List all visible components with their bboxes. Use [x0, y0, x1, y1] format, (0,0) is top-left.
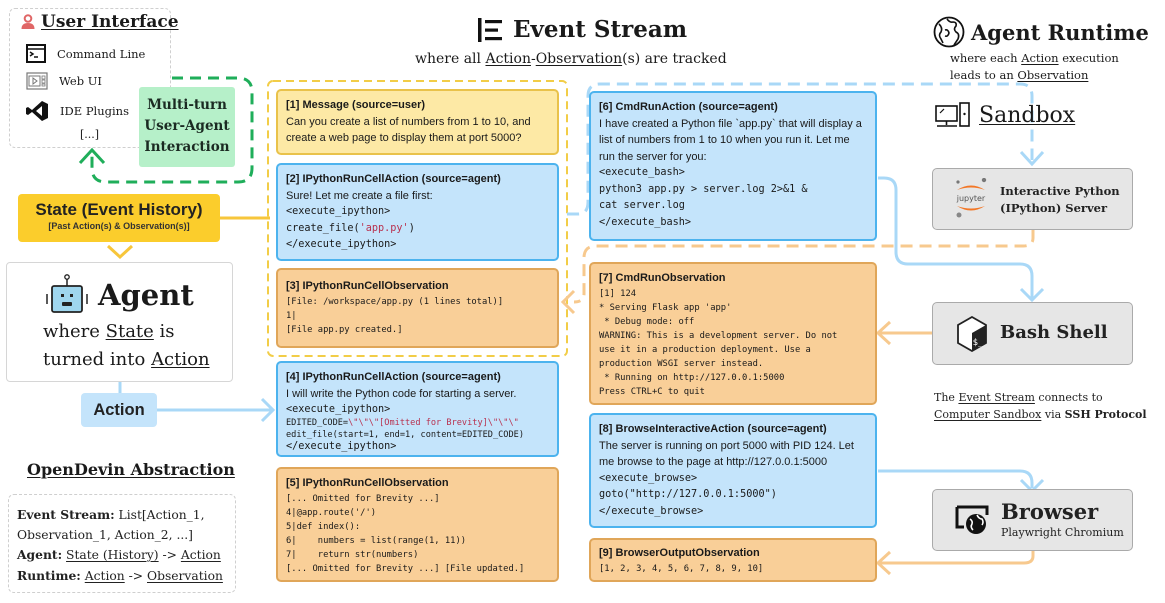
user-icon — [21, 14, 35, 29]
event-7-cmd-run-observation: [7] CmdRunObservation [1] 124 * Serving … — [589, 262, 877, 405]
ui-more: [...] — [80, 128, 100, 141]
abstraction-title: OpenDevin Abstraction — [27, 460, 235, 479]
event-header: [7] CmdRunObservation — [599, 272, 726, 284]
event-header: [6] CmdRunAction (source=agent) — [599, 101, 778, 113]
agent-header: Agent — [44, 274, 194, 316]
event-stream-title: Event Stream — [513, 16, 688, 43]
event-1-message: [1] Message (source=user) Can you create… — [276, 89, 559, 155]
ui-item-command-line: Command Line — [26, 44, 145, 63]
jupyter-label: jupyter — [956, 194, 986, 203]
action-badge: Action — [81, 393, 157, 427]
event-9-browser-output-observation: [9] BrowserOutputObservation [1, 2, 3, 4… — [589, 538, 877, 582]
user-interface-header: User Interface — [20, 12, 179, 32]
event-header: [5] IPythonRunCellObservation — [286, 477, 449, 489]
browser-globe-icon — [955, 505, 989, 534]
agent-title: Agent — [98, 278, 194, 312]
event-5-ipython-observation: [5] IPythonRunCellObservation [... Omitt… — [276, 467, 559, 582]
browser-action-connector — [878, 469, 1034, 488]
browser-observation-connector — [878, 551, 1035, 565]
svg-text:$_: $_ — [973, 338, 984, 348]
multi-turn-interaction-badge: Multi-turn User-Agent Interaction — [139, 87, 235, 167]
event-2-ipython-action: [2] IPythonRunCellAction (source=agent) … — [276, 163, 559, 261]
event-header: [1] Message (source=user) — [286, 99, 426, 111]
ui-item-label: Web UI — [59, 74, 102, 88]
event-stream-header: Event Stream — [477, 16, 687, 43]
event-6-cmd-run-action: [6] CmdRunAction (source=agent) I have c… — [589, 91, 877, 241]
web-ui-icon — [26, 72, 48, 90]
ipython-observation-arrowhead — [560, 289, 576, 315]
multi-turn-line-2: User-Agent — [144, 118, 230, 134]
event-text: Can you create a list of numbers from 1 … — [286, 115, 531, 145]
state-event-history-box: State (Event History) [Past Action(s) & … — [18, 194, 220, 242]
agent-runtime-title: Agent Runtime — [971, 19, 1149, 45]
vscode-icon — [26, 101, 48, 121]
sandbox-header: Sandbox — [935, 102, 1075, 128]
event-stream-icon — [478, 17, 502, 42]
abstraction-runtime: Runtime: Action -> Observation — [17, 567, 223, 583]
abstraction-event-stream: Event Stream: List[Action_1, — [17, 507, 205, 522]
ui-item-ide-plugins: IDE Plugins — [25, 100, 129, 122]
multi-turn-line-3: Interaction — [144, 139, 230, 155]
event-text: I have created a Python file `app.py` th… — [599, 117, 862, 163]
event-text: I will write the Python code for startin… — [286, 387, 517, 400]
event-header: [3] IPythonRunCellObservation — [286, 280, 449, 292]
user-interface-title: User Interface — [41, 12, 179, 32]
abstraction-definitions: Event Stream: List[Action_1, Observation… — [17, 505, 223, 586]
jupyter-icon: jupyter — [956, 178, 987, 218]
event-header: [9] BrowserOutputObservation — [599, 547, 760, 559]
robot-icon — [46, 274, 88, 313]
browser-title: Browser — [1001, 499, 1099, 524]
agent-description: where State is turned into Action — [43, 321, 210, 370]
browser-subtitle: Playwright Chromium — [1001, 526, 1124, 539]
agent-runtime-subtitle: where each Action execution leads to an … — [950, 51, 1119, 82]
state-subtitle: [Past Action(s) & Observation(s)] — [48, 221, 190, 231]
computer-icon — [935, 102, 970, 127]
event-text: Sure! Let me create a file first: — [286, 189, 433, 202]
abstraction-agent: Agent: State (History) -> Action — [17, 547, 221, 562]
ui-item-label: Command Line — [57, 46, 146, 61]
event-header: [4] IPythonRunCellAction (source=agent) — [286, 371, 501, 383]
ui-item-web-ui: Web UI — [26, 72, 102, 90]
agent-runtime-header: Agent Runtime — [933, 16, 1149, 48]
ipython-server-label: Interactive Python (IPython) Server — [1000, 184, 1120, 215]
state-title: State (Event History) — [35, 200, 203, 219]
ssh-note: The Event Stream connects to Computer Sa… — [934, 391, 1147, 421]
event-8-browse-interactive-action: [8] BrowseInteractiveAction (source=agen… — [589, 413, 877, 528]
agent-state-term: State — [105, 321, 154, 342]
ui-item-label: IDE Plugins — [60, 104, 129, 118]
state-to-agent-arrow — [106, 244, 134, 260]
event-header: [2] IPythonRunCellAction (source=agent) — [286, 173, 501, 185]
multi-turn-line-1: Multi-turn — [147, 97, 227, 113]
browser-label: Browser Playwright Chromium — [1001, 499, 1124, 540]
terminal-icon — [26, 44, 46, 63]
event-text: The server is running on port 5000 with … — [599, 439, 854, 469]
event-header: [8] BrowseInteractiveAction (source=agen… — [599, 423, 827, 435]
event-stream-subtitle: where all Action-Observation(s) are trac… — [415, 51, 727, 67]
globe-icon — [933, 16, 965, 48]
agent-action-term: Action — [151, 349, 210, 370]
sandbox-title: Sandbox — [979, 102, 1076, 128]
event-3-ipython-observation: [3] IPythonRunCellObservation [File: /wo… — [276, 268, 559, 348]
bash-icon: $_ — [957, 316, 987, 352]
event-4-ipython-action: [4] IPythonRunCellAction (source=agent) … — [276, 361, 559, 457]
bash-shell-title: Bash Shell — [1000, 322, 1108, 343]
